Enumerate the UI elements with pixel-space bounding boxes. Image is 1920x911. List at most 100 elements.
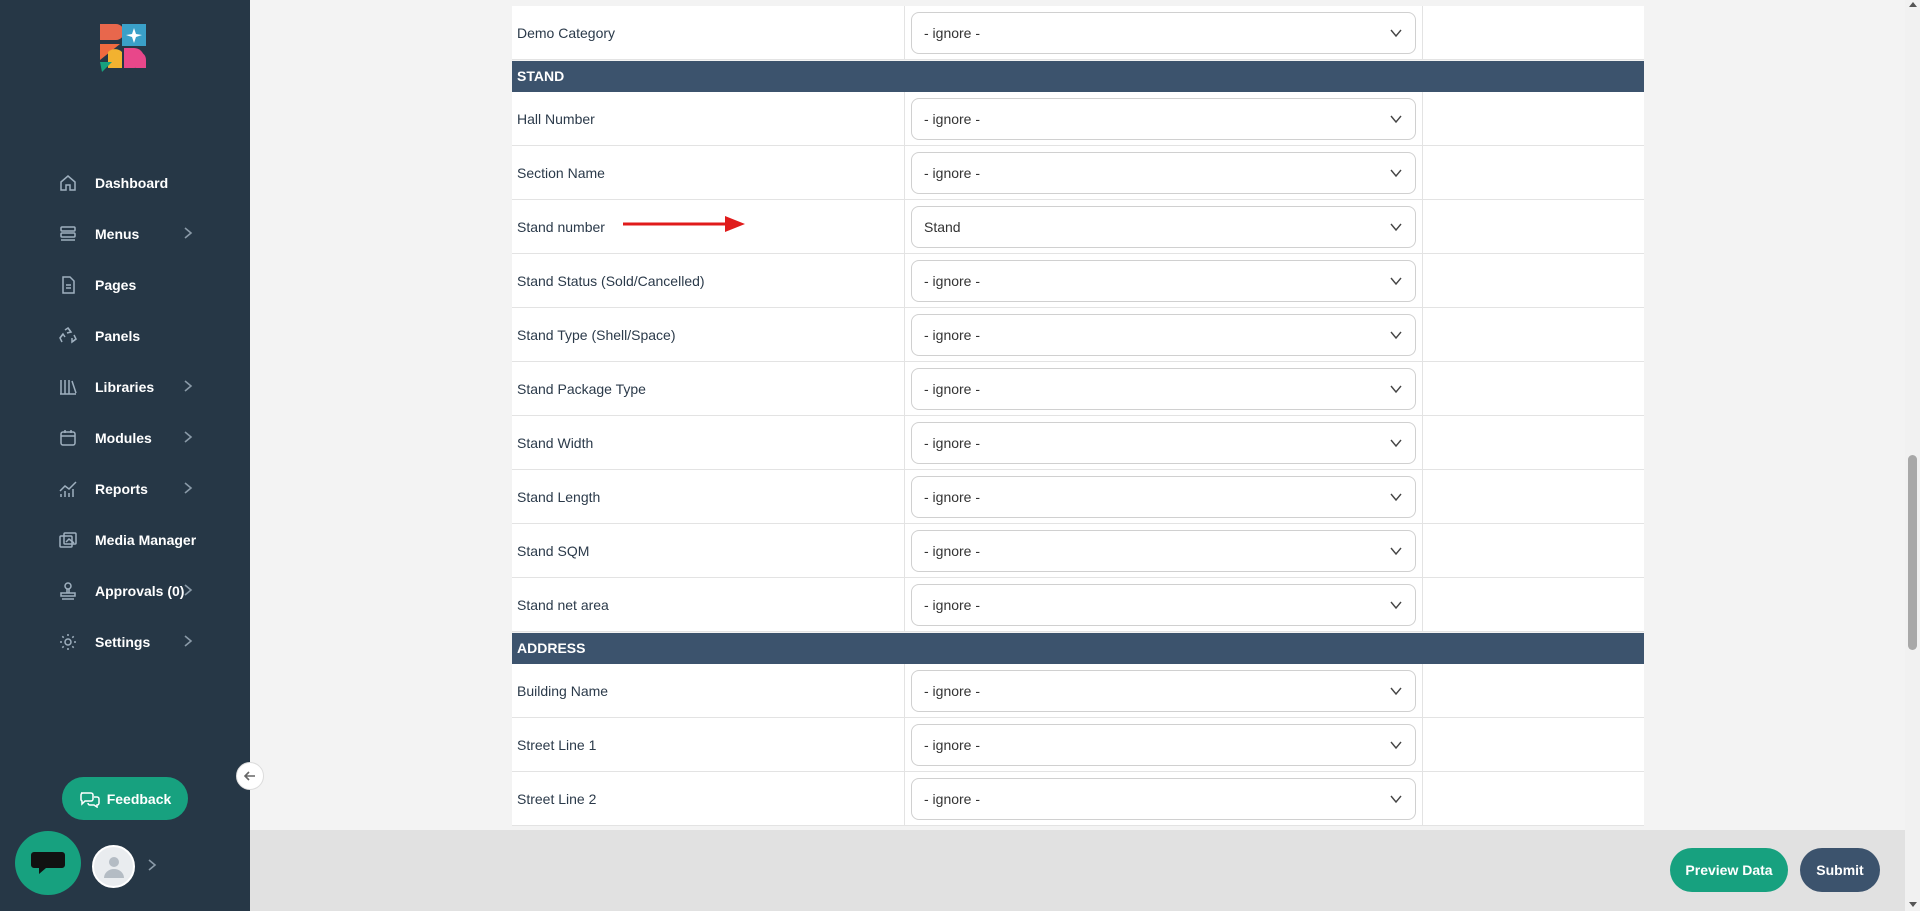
field-label: Stand Package Type	[517, 381, 646, 397]
column-divider	[904, 772, 905, 826]
column-divider	[904, 664, 905, 718]
chat-widget-button[interactable]	[15, 831, 81, 895]
column-divider	[904, 92, 905, 146]
sidebar-item-label: Pages	[95, 276, 137, 293]
column-divider	[1422, 308, 1423, 362]
table-row: Stand net area - ignore -	[512, 578, 1644, 632]
column-divider	[904, 146, 905, 200]
chevron-down-icon	[1389, 684, 1403, 698]
chevron-down-icon	[1389, 26, 1403, 40]
logo[interactable]	[98, 22, 150, 74]
mapping-select[interactable]: - ignore -	[911, 724, 1416, 766]
chevron-right-icon	[183, 481, 195, 495]
column-divider	[1422, 416, 1423, 470]
sidebar-item-label: Approvals (0)	[95, 582, 185, 599]
page-icon	[57, 274, 79, 296]
action-footer: Preview Data Submit	[250, 830, 1920, 911]
mapping-select[interactable]: Stand	[911, 206, 1416, 248]
avatar[interactable]	[92, 845, 135, 888]
mapping-select[interactable]: - ignore -	[911, 260, 1416, 302]
column-divider	[1422, 578, 1423, 632]
preview-data-button[interactable]: Preview Data	[1670, 848, 1788, 892]
sidebar-item-label: Settings	[95, 633, 151, 650]
column-divider	[1422, 254, 1423, 308]
section-header-stand: STAND	[512, 61, 1644, 92]
chevron-down-icon	[1389, 382, 1403, 396]
table-row: Demo Category - ignore -	[512, 6, 1644, 60]
sidebar-item-approvals[interactable]: Approvals (0)	[0, 565, 250, 616]
mapping-select[interactable]: - ignore -	[911, 314, 1416, 356]
chevron-down-icon	[1389, 220, 1403, 234]
section-header-address: ADDRESS	[512, 633, 1644, 664]
column-divider	[1422, 200, 1423, 254]
scroll-down-arrow-icon[interactable]	[1909, 902, 1917, 907]
mapping-select[interactable]: - ignore -	[911, 368, 1416, 410]
mapping-select[interactable]: - ignore -	[911, 476, 1416, 518]
chevron-right-icon	[183, 226, 195, 240]
sidebar-item-settings[interactable]: Settings	[0, 616, 250, 667]
calendar-icon	[57, 427, 79, 449]
table-row: Stand Length - ignore -	[512, 470, 1644, 524]
field-label: Street Line 2	[517, 791, 597, 807]
main-content: Demo Category - ignore - STAND Hall Numb…	[250, 0, 1920, 911]
select-value: - ignore -	[924, 489, 981, 505]
mapping-select[interactable]: - ignore -	[911, 12, 1416, 54]
sidebar-item-label: Reports	[95, 480, 148, 497]
table-row: Hall Number - ignore -	[512, 92, 1644, 146]
sidebar-item-label: Libraries	[95, 378, 155, 395]
chevron-down-icon	[1389, 112, 1403, 126]
column-divider	[904, 524, 905, 578]
column-divider	[1422, 772, 1423, 826]
chevron-down-icon	[1389, 792, 1403, 806]
select-value: - ignore -	[924, 111, 981, 127]
column-divider	[904, 718, 905, 772]
sidebar-item-label: Media Manager	[95, 531, 197, 548]
field-label: Building Name	[517, 683, 609, 699]
collapse-sidebar-button[interactable]	[236, 762, 264, 790]
mapping-select[interactable]: - ignore -	[911, 422, 1416, 464]
select-value: - ignore -	[924, 543, 981, 559]
user-icon	[103, 856, 124, 878]
column-divider	[904, 416, 905, 470]
chevron-right-icon[interactable]	[147, 858, 157, 872]
sidebar-item-menus[interactable]: Menus	[0, 208, 250, 259]
table-row: Section Name - ignore -	[512, 146, 1644, 200]
sidebar-item-reports[interactable]: Reports	[0, 463, 250, 514]
column-divider	[1422, 470, 1423, 524]
mapping-select[interactable]: - ignore -	[911, 152, 1416, 194]
chevron-down-icon	[1389, 436, 1403, 450]
field-label: Stand number	[517, 219, 605, 235]
sidebar-item-libraries[interactable]: Libraries	[0, 361, 250, 412]
select-value: - ignore -	[924, 737, 981, 753]
recycle-icon	[57, 325, 79, 347]
mapping-select[interactable]: - ignore -	[911, 584, 1416, 626]
mapping-select[interactable]: - ignore -	[911, 670, 1416, 712]
submit-button[interactable]: Submit	[1800, 848, 1880, 892]
table-row: Stand Package Type - ignore -	[512, 362, 1644, 416]
stamp-icon	[57, 580, 79, 602]
scrollbar[interactable]	[1905, 0, 1920, 911]
sidebar-item-panels[interactable]: Panels	[0, 310, 250, 361]
sidebar-item-pages[interactable]: Pages	[0, 259, 250, 310]
sidebar-item-media-manager[interactable]: Media Manager	[0, 514, 250, 565]
select-value: - ignore -	[924, 165, 981, 181]
mapping-select[interactable]: - ignore -	[911, 530, 1416, 572]
sidebar-item-label: Panels	[95, 327, 141, 344]
arrow-left-icon	[243, 771, 255, 781]
sidebar-item-label: Modules	[95, 429, 152, 446]
scrollbar-thumb[interactable]	[1908, 455, 1917, 650]
chat-bubbles-icon	[79, 791, 100, 808]
scroll-up-arrow-icon[interactable]	[1909, 2, 1917, 7]
sidebar-item-modules[interactable]: Modules	[0, 412, 250, 463]
feedback-button[interactable]: Feedback	[62, 777, 188, 820]
column-divider	[1422, 362, 1423, 416]
mapping-select[interactable]: - ignore -	[911, 778, 1416, 820]
column-divider	[904, 578, 905, 632]
mapping-select[interactable]: - ignore -	[911, 98, 1416, 140]
column-divider	[904, 200, 905, 254]
sidebar: Dashboard Menus Pages Panels Libraries M…	[0, 0, 250, 911]
select-value: - ignore -	[924, 791, 981, 807]
image-icon	[57, 529, 79, 551]
sidebar-item-dashboard[interactable]: Dashboard	[0, 157, 250, 208]
chevron-down-icon	[1389, 274, 1403, 288]
